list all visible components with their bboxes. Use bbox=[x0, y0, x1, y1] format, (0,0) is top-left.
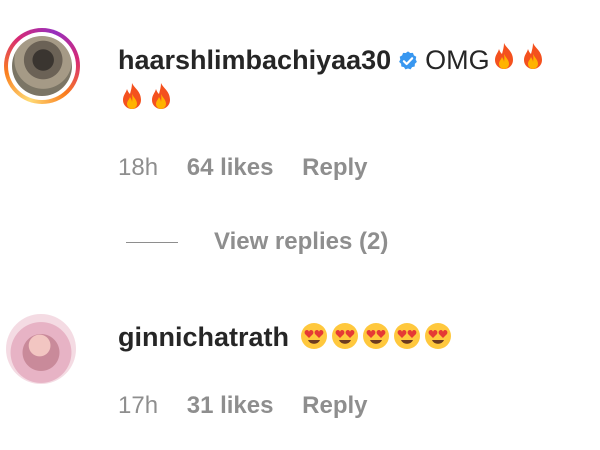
comment-line-continued bbox=[118, 82, 176, 117]
reply-button[interactable]: Reply bbox=[302, 154, 367, 181]
avatar[interactable] bbox=[6, 314, 76, 384]
avatar[interactable] bbox=[12, 36, 72, 96]
fire-emoji-icon bbox=[523, 43, 542, 69]
fire-emoji-icon bbox=[152, 83, 170, 109]
fire-emoji-icon bbox=[494, 43, 513, 69]
comment-time[interactable]: 18h bbox=[118, 154, 158, 181]
comment-text: OMG bbox=[425, 45, 490, 75]
comment-meta: 18h 64 likes Reply bbox=[118, 154, 390, 182]
comment-line: haarshlimbachiyaa30 OMG bbox=[118, 42, 548, 77]
fire-emoji-icon bbox=[123, 83, 141, 109]
verified-badge-icon bbox=[399, 51, 418, 70]
view-replies-label: View replies (2) bbox=[214, 228, 389, 255]
comment-time[interactable]: 17h bbox=[118, 392, 158, 419]
replies-divider bbox=[126, 242, 178, 244]
username-link[interactable]: ginnichatrath bbox=[118, 322, 289, 352]
reply-button[interactable]: Reply bbox=[302, 392, 367, 419]
likes-count[interactable]: 31 likes bbox=[187, 392, 274, 419]
comment-line: ginnichatrath bbox=[118, 320, 452, 354]
username-link[interactable]: haarshlimbachiyaa30 bbox=[118, 45, 391, 75]
story-ring[interactable] bbox=[4, 28, 80, 104]
view-replies-button[interactable]: View replies (2) bbox=[126, 228, 388, 256]
comment-meta: 17h 31 likes Reply bbox=[118, 392, 390, 420]
likes-count[interactable]: 64 likes bbox=[187, 154, 274, 181]
heart-eyes-emoji-icon bbox=[424, 323, 451, 349]
heart-eyes-emoji-icon bbox=[393, 323, 420, 349]
heart-eyes-emoji-icon bbox=[331, 323, 358, 349]
heart-eyes-emoji-icon bbox=[300, 323, 327, 349]
heart-eyes-emoji-icon bbox=[362, 323, 389, 349]
